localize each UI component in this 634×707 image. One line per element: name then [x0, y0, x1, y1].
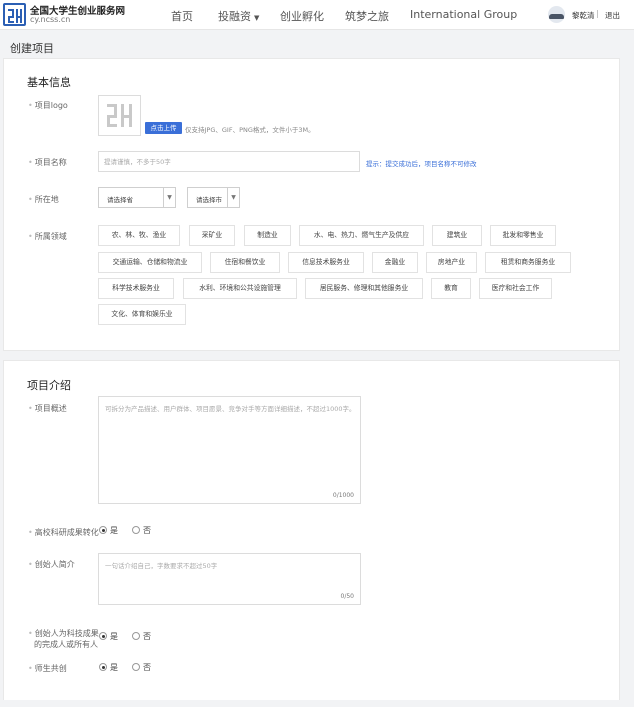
user-avatar[interactable]	[548, 6, 565, 23]
chevron-down-icon: ▼	[163, 188, 175, 207]
car-icon	[549, 14, 564, 19]
teacher-student-label: • 师生共创	[28, 664, 67, 673]
logout-link[interactable]: 退出	[605, 10, 620, 21]
user-name[interactable]: 黎乾清	[572, 10, 595, 21]
industry-tag[interactable]: 交通运输、仓储和物流业	[98, 252, 202, 273]
overview-placeholder: 可拆分为产品描述、用户群体、项目愿景、竞争对手等方面详细描述，不超过1000字。	[105, 405, 356, 413]
founder-owner-no-radio[interactable]	[132, 632, 140, 640]
page-title: 创建项目	[10, 42, 54, 55]
tech-transfer-label: • 高校科研成果转化	[28, 528, 99, 537]
province-select[interactable]: 请选择省 ▼	[98, 187, 176, 208]
industry-tag[interactable]: 文化、体育和娱乐业	[98, 304, 186, 325]
industry-tag[interactable]: 科学技术服务业	[98, 278, 174, 299]
chevron-down-icon: ▼	[254, 14, 260, 22]
upload-hint: 仅支持JPG、GIF、PNG格式，文件小于3M。	[185, 126, 315, 134]
overview-label: • 项目概述	[28, 404, 67, 413]
tech-transfer-no-radio[interactable]	[132, 526, 140, 534]
founder-label: • 创始人简介	[28, 560, 75, 569]
logo-upload-area[interactable]	[98, 95, 141, 136]
tech-transfer-yes-label: 是	[110, 526, 118, 535]
project-name-input[interactable]: 提请谨慎，不多于50字	[98, 151, 360, 172]
industry-tag[interactable]: 制造业	[244, 225, 291, 246]
teacher-student-no-radio[interactable]	[132, 663, 140, 671]
header-separator: |	[596, 9, 599, 18]
nav-home[interactable]: 首页	[171, 8, 193, 24]
nav-international-group[interactable]: International Group	[410, 8, 517, 21]
nav-dream-journey[interactable]: 筑梦之旅	[345, 8, 389, 24]
founder-placeholder: 一句话介绍自己，字数要求不超过50字	[105, 562, 218, 570]
site-url: cy.ncss.cn	[30, 15, 71, 24]
founder-owner-yes-label: 是	[110, 632, 118, 641]
industry-tag[interactable]: 采矿业	[189, 225, 235, 246]
industry-tag[interactable]: 水利、环境和公共设施管理	[183, 278, 297, 299]
industry-tag[interactable]: 居民服务、修理和其他服务业	[305, 278, 423, 299]
city-select[interactable]: 请选择市 ▼	[187, 187, 240, 208]
overview-textarea[interactable]: 可拆分为产品描述、用户群体、项目愿景、竞争对手等方面详细描述，不超过1000字。…	[98, 396, 361, 504]
industry-tag[interactable]: 批发和零售业	[490, 225, 556, 246]
project-name-tip: 提示：提交成功后，项目名称不可修改	[366, 160, 477, 168]
overview-char-count: 0/1000	[332, 492, 354, 499]
industry-tag[interactable]: 水、电、热力、燃气生产及供应	[299, 225, 424, 246]
upload-button[interactable]: 点击上传	[145, 122, 182, 134]
logo-label: • 项目logo	[28, 101, 68, 110]
project-name-label: • 项目名称	[28, 158, 67, 167]
industry-tag[interactable]: 房地产业	[426, 252, 477, 273]
top-header: 全国大学生创业服务网 cy.ncss.cn 首页 投融资 ▼ 创业孵化 筑梦之旅 …	[0, 0, 634, 30]
industry-tag[interactable]: 信息技术服务业	[288, 252, 364, 273]
industry-tag[interactable]: 教育	[431, 278, 471, 299]
site-logo-icon[interactable]	[3, 3, 26, 26]
founder-owner-no-label: 否	[143, 632, 151, 641]
tech-transfer-yes-radio[interactable]	[99, 526, 107, 534]
founder-textarea[interactable]: 一句话介绍自己，字数要求不超过50字 0/50	[98, 553, 361, 605]
nav-investment[interactable]: 投融资 ▼	[218, 8, 259, 24]
industry-tag[interactable]: 医疗和社会工作	[479, 278, 552, 299]
founder-owner-yes-radio[interactable]	[99, 632, 107, 640]
chevron-down-icon: ▼	[227, 188, 239, 207]
founder-owner-label: • 创始人为科技成果	[28, 629, 99, 638]
teacher-student-no-label: 否	[143, 663, 151, 672]
tech-transfer-no-label: 否	[143, 526, 151, 535]
industry-tag[interactable]: 金融业	[372, 252, 418, 273]
teacher-student-yes-label: 是	[110, 663, 118, 672]
industry-tag[interactable]: 建筑业	[432, 225, 482, 246]
industry-tag[interactable]: 租赁和商务服务业	[485, 252, 571, 273]
industry-tag[interactable]: 住宿和餐饮业	[210, 252, 280, 273]
intro-title: 项目介绍	[27, 379, 71, 392]
basic-info-title: 基本信息	[27, 76, 71, 89]
industry-label: • 所属领域	[28, 232, 67, 241]
basic-info-card	[3, 58, 620, 351]
industry-tag[interactable]: 农、林、牧、渔业	[98, 225, 180, 246]
founder-char-count: 0/50	[340, 593, 354, 600]
nav-incubation[interactable]: 创业孵化	[280, 8, 324, 24]
teacher-student-yes-radio[interactable]	[99, 663, 107, 671]
founder-owner-label-line2: 的完成人或所有人	[34, 640, 98, 649]
location-label: • 所在地	[28, 195, 59, 204]
